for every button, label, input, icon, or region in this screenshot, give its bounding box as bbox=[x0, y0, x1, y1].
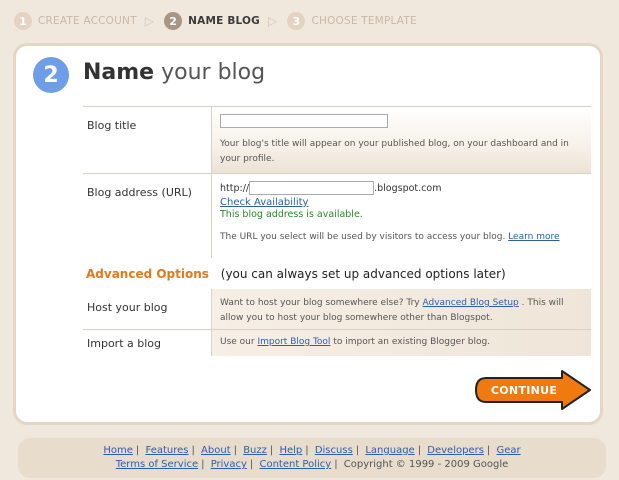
step-1-label: CREATE ACCOUNT bbox=[38, 15, 137, 27]
advanced-options-title: Advanced Options bbox=[86, 267, 209, 281]
footer-link-features[interactable]: Features bbox=[145, 445, 188, 456]
footer-link-buzz[interactable]: Buzz bbox=[243, 445, 267, 456]
step-arrow-icon: ▷ bbox=[268, 14, 278, 28]
continue-button[interactable]: CONTINUE bbox=[474, 370, 592, 410]
footer-links-row-2: Terms of Service | Privacy | Content Polic… bbox=[115, 459, 509, 470]
step-2-number: 2 bbox=[164, 12, 183, 30]
footer-link-language[interactable]: Language bbox=[365, 445, 414, 456]
advanced-blog-setup-link[interactable]: Advanced Blog Setup bbox=[423, 298, 519, 308]
page-title-bold: Name bbox=[83, 60, 155, 85]
blog-address-help: The URL you select will be used by visit… bbox=[220, 232, 506, 242]
url-prefix: http:// bbox=[220, 182, 250, 194]
import-blog-label: Import a blog bbox=[87, 337, 161, 350]
footer-links-row-1: Home | Features | About | Buzz | Help | Discu… bbox=[103, 445, 521, 456]
blog-address-input[interactable] bbox=[249, 181, 375, 195]
check-availability-link[interactable]: Check Availability bbox=[220, 197, 308, 208]
continue-label: CONTINUE bbox=[490, 383, 558, 397]
footer-link-terms[interactable]: Terms of Service bbox=[116, 459, 198, 470]
blog-title-cell: Your blog's title will appear on your pu… bbox=[211, 107, 591, 174]
blog-title-help: Your blog's title will appear on your pu… bbox=[220, 139, 569, 164]
footer-link-about[interactable]: About bbox=[201, 445, 231, 456]
footer-link-developers[interactable]: Developers bbox=[427, 445, 484, 456]
step-3-label: CHOOSE TEMPLATE bbox=[311, 15, 417, 27]
learn-more-link[interactable]: Learn more bbox=[508, 232, 559, 242]
name-blog-card: 2 Name your blog Blog title Your blog's … bbox=[13, 43, 603, 425]
page-title: Name your blog bbox=[83, 60, 265, 85]
advanced-options-note: (you can always set up advanced options … bbox=[220, 267, 506, 281]
step-1-number: 1 bbox=[14, 12, 32, 30]
footer-link-discuss[interactable]: Discuss bbox=[315, 445, 353, 456]
footer-link-home[interactable]: Home bbox=[103, 445, 133, 456]
footer-link-content-policy[interactable]: Content Policy bbox=[259, 459, 331, 470]
footer-copyright: Copyright © 1999 - 2009 Google bbox=[343, 459, 509, 470]
import-blog-cell: Use our Import Blog Tool to import an ex… bbox=[211, 330, 591, 356]
advanced-options-heading: Advanced Options (you can always set up … bbox=[86, 267, 506, 281]
import-text-before: Use our bbox=[220, 337, 255, 347]
import-blog-tool-link[interactable]: Import Blog Tool bbox=[257, 337, 330, 347]
blog-address-cell: http:// .blogspot.com Check Availability… bbox=[211, 174, 591, 258]
step-2-label: NAME BLOG bbox=[188, 15, 260, 27]
blog-title-row: Blog title Your blog's title will appear… bbox=[83, 106, 591, 174]
host-blog-label: Host your blog bbox=[87, 301, 168, 314]
steps-bar: 1 CREATE ACCOUNT ▷ 2 NAME BLOG ▷ 3 CHOOS… bbox=[14, 10, 417, 32]
footer-link-gear[interactable]: Gear bbox=[496, 445, 520, 456]
step-arrow-icon: ▷ bbox=[144, 14, 155, 28]
step-badge: 2 bbox=[33, 57, 69, 93]
footer-link-help[interactable]: Help bbox=[279, 445, 302, 456]
import-text-after: to import an existing Blogger blog. bbox=[333, 337, 491, 347]
footer: Home | Features | About | Buzz | Help | Discu… bbox=[18, 438, 606, 478]
blog-title-label: Blog title bbox=[87, 119, 137, 132]
host-blog-text-before: Want to host your blog somewhere else? T… bbox=[220, 298, 420, 308]
page-title-rest: your blog bbox=[161, 60, 266, 85]
host-blog-cell: Want to host your blog somewhere else? T… bbox=[211, 289, 591, 329]
blog-address-row: Blog address (URL) http:// .blogspot.com… bbox=[83, 173, 591, 258]
import-blog-row: Import a blog Use our Import Blog Tool t… bbox=[83, 329, 591, 356]
blog-title-input[interactable] bbox=[220, 114, 388, 128]
blog-address-label: Blog address (URL) bbox=[87, 186, 192, 199]
availability-status: This blog address is available. bbox=[220, 209, 363, 220]
url-suffix: .blogspot.com bbox=[374, 182, 442, 194]
footer-link-privacy[interactable]: Privacy bbox=[211, 459, 247, 470]
host-blog-row: Host your blog Want to host your blog so… bbox=[83, 289, 591, 329]
step-3-number: 3 bbox=[287, 12, 306, 30]
